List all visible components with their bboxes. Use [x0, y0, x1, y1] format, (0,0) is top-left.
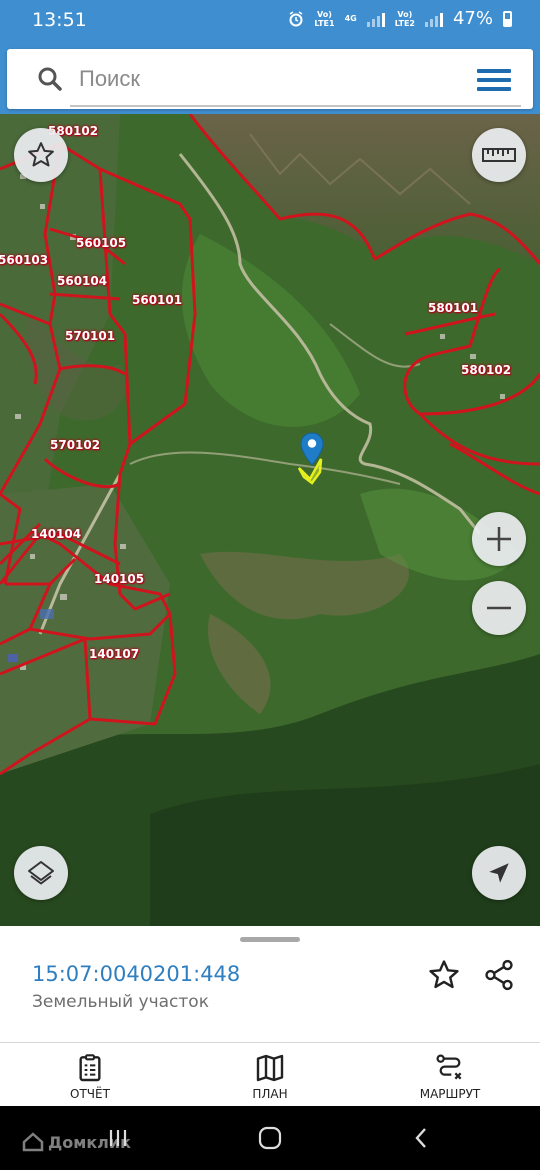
drag-handle[interactable] [240, 937, 300, 942]
status-bar: 13:51 Vo) LTE1 4G Vo) LTE2 47% [0, 0, 540, 42]
parcel-label: 140104 [31, 527, 82, 541]
tab-report[interactable]: ОТЧЁТ [0, 1043, 180, 1107]
status-time: 13:51 [32, 9, 87, 31]
route-icon [436, 1054, 462, 1080]
hamburger-menu-icon[interactable] [477, 69, 511, 91]
map-plan-icon [256, 1054, 284, 1082]
parcel-label: 580101 [428, 301, 479, 315]
parcel-label: 570101 [65, 329, 116, 343]
recent-apps-icon [109, 1130, 127, 1146]
battery-percent: 47% [452, 8, 493, 29]
report-clipboard-icon [79, 1054, 101, 1082]
bottom-tab-bar: ОТЧЁТ ПЛАН МАРШРУТ [0, 1042, 540, 1106]
parcel-label: 140105 [94, 572, 145, 586]
minus-icon [487, 606, 511, 610]
back-chevron-icon [415, 1128, 426, 1148]
ruler-button[interactable] [472, 128, 526, 182]
parcel-label: 560101 [132, 293, 183, 307]
zoom-in-button[interactable] [472, 512, 526, 566]
plus-icon [487, 527, 511, 551]
home-circle-icon [258, 1126, 282, 1150]
parcel-label: 570102 [50, 438, 101, 452]
layers-icon [28, 861, 54, 885]
alarm-icon [289, 10, 303, 26]
status-icons: Vo) LTE1 4G Vo) LTE2 47% [288, 8, 512, 29]
location-pin-icon[interactable] [300, 432, 324, 466]
parcel-label: 560104 [57, 274, 108, 288]
favorite-button[interactable] [425, 956, 463, 994]
system-nav-bar: Домклик [0, 1106, 540, 1170]
search-input[interactable] [79, 61, 445, 97]
layers-button[interactable] [14, 846, 68, 900]
search-bar-container [0, 42, 540, 114]
recent-apps-button[interactable] [98, 1120, 138, 1156]
battery-icon [503, 10, 512, 27]
ruler-icon [482, 148, 516, 162]
parcel-label: 140107 [89, 647, 140, 661]
object-type: Земельный участок [32, 992, 209, 1012]
search-bar [7, 49, 533, 109]
signal-icon-2 [424, 11, 443, 27]
sim2-indicator: Vo) LTE2 [394, 9, 415, 28]
search-underline [70, 105, 521, 107]
parcel-label: 560105 [76, 236, 127, 250]
cadastral-number: 15:07:0040201:448 [32, 962, 241, 986]
zoom-out-button[interactable] [472, 581, 526, 635]
share-button[interactable] [480, 956, 518, 994]
tab-route-label: МАРШРУТ [419, 1087, 481, 1101]
star-outline-icon [429, 960, 459, 989]
favorite-map-button[interactable] [14, 128, 68, 182]
parcel-label: 560103 [0, 253, 49, 267]
back-button[interactable] [402, 1120, 442, 1156]
network-type: 4G [344, 14, 357, 23]
share-icon [485, 959, 513, 991]
sim1-indicator: Vo) LTE1 [314, 9, 335, 28]
tab-route[interactable]: МАРШРУТ [360, 1043, 540, 1107]
tab-report-label: ОТЧЁТ [70, 1087, 110, 1101]
house-logo-icon [22, 1132, 44, 1152]
my-location-button[interactable] [472, 846, 526, 900]
navigation-arrow-icon [489, 863, 509, 883]
search-icon[interactable] [37, 66, 63, 92]
tab-plan-label: ПЛАН [252, 1087, 288, 1101]
signal-icon [366, 11, 385, 27]
parcel-card[interactable]: 15:07:0040201:448 Земельный участок [0, 926, 540, 1042]
map-view[interactable]: 580102 560105 560103 560104 560101 57010… [0, 114, 540, 926]
tab-plan[interactable]: ПЛАН [180, 1043, 360, 1107]
parcel-label: 580102 [461, 363, 512, 377]
home-button[interactable] [250, 1120, 290, 1156]
star-icon [28, 142, 54, 167]
